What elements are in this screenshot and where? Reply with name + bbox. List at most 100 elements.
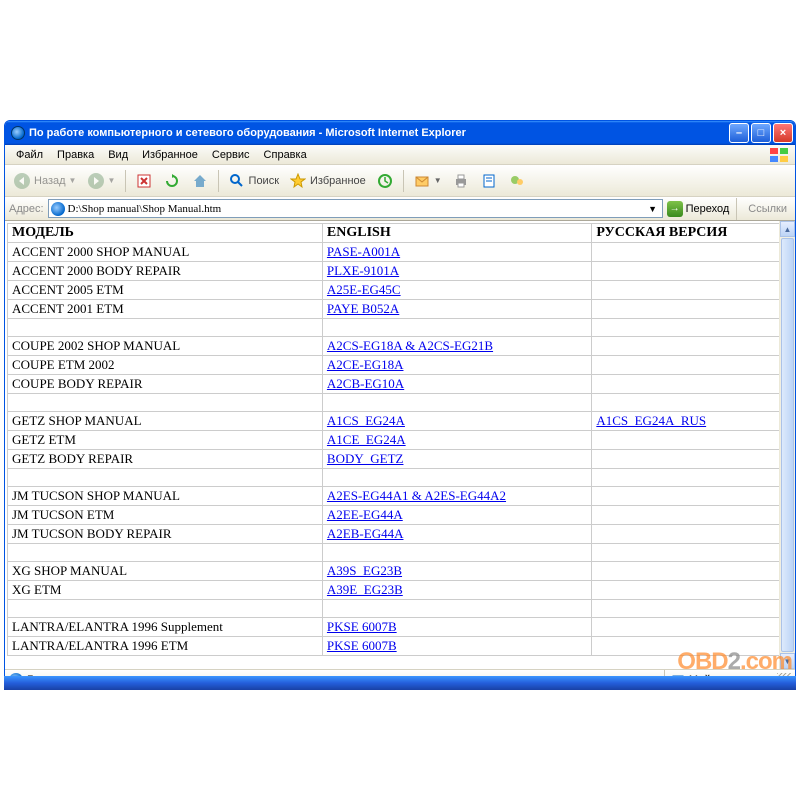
shop-manual-table: МОДЕЛЬENGLISHРУССКАЯ ВЕРСИЯACCENT 2000 S… xyxy=(7,223,793,656)
col-header-english: ENGLISH xyxy=(322,224,591,243)
go-icon: → xyxy=(667,201,683,217)
manual-link[interactable]: A39E_EG23B xyxy=(327,582,403,597)
model-cell: COUPE ETM 2002 xyxy=(8,356,323,375)
star-icon xyxy=(289,172,307,190)
english-cell: A1CS_EG24A xyxy=(322,412,591,431)
manual-link[interactable]: BODY_GETZ xyxy=(327,451,404,466)
forward-button[interactable]: ▼ xyxy=(83,169,120,193)
russian-cell xyxy=(592,431,793,450)
english-cell: A2CS-EG18A & A2CS-EG21B xyxy=(322,337,591,356)
model-cell: JM TUCSON BODY REPAIR xyxy=(8,525,323,544)
mail-icon xyxy=(413,172,431,190)
model-cell: COUPE 2002 SHOP MANUAL xyxy=(8,337,323,356)
english-cell: A1CE_EG24A xyxy=(322,431,591,450)
manual-link[interactable]: A2CB-EG10A xyxy=(327,376,404,391)
menu-tools[interactable]: Сервис xyxy=(205,147,257,163)
col-header-model: МОДЕЛЬ xyxy=(8,224,323,243)
russian-cell xyxy=(592,525,793,544)
edit-button[interactable] xyxy=(476,169,502,193)
menu-favorites[interactable]: Избранное xyxy=(135,147,205,163)
print-button[interactable] xyxy=(448,169,474,193)
english-cell: BODY_GETZ xyxy=(322,450,591,469)
manual-link[interactable]: A39S_EG23B xyxy=(327,563,402,578)
russian-cell xyxy=(592,450,793,469)
history-button[interactable] xyxy=(372,169,398,193)
model-cell: COUPE BODY REPAIR xyxy=(8,375,323,394)
discuss-button[interactable] xyxy=(504,169,530,193)
history-icon xyxy=(376,172,394,190)
back-icon xyxy=(13,172,31,190)
search-button[interactable]: Поиск xyxy=(224,169,283,193)
menu-help[interactable]: Справка xyxy=(257,147,314,163)
links-label[interactable]: Ссылки xyxy=(744,203,791,215)
manual-link[interactable]: A2CS-EG18A & A2CS-EG21B xyxy=(327,338,493,353)
manual-link[interactable]: PLXE-9101A xyxy=(327,263,399,278)
menu-edit[interactable]: Правка xyxy=(50,147,101,163)
stop-button[interactable] xyxy=(131,169,157,193)
scroll-down-button[interactable]: ▼ xyxy=(780,653,795,669)
manual-link[interactable]: PAYE B052A xyxy=(327,301,399,316)
home-button[interactable] xyxy=(187,169,213,193)
refresh-icon xyxy=(163,172,181,190)
russian-cell xyxy=(592,356,793,375)
manual-link[interactable]: A1CS_EG24A xyxy=(327,413,405,428)
russian-cell xyxy=(592,581,793,600)
address-box[interactable]: ▼ xyxy=(48,199,663,218)
print-icon xyxy=(452,172,470,190)
russian-cell xyxy=(592,300,793,319)
minimize-button[interactable]: – xyxy=(729,123,749,143)
address-label: Адрес: xyxy=(9,203,44,215)
model-cell: ACCENT 2001 ETM xyxy=(8,300,323,319)
address-input[interactable] xyxy=(68,203,643,215)
ie-icon xyxy=(11,126,25,140)
manual-link[interactable]: PKSE 6007B xyxy=(327,638,397,653)
model-cell: XG SHOP MANUAL xyxy=(8,562,323,581)
back-label: Назад xyxy=(34,175,66,187)
menu-file[interactable]: Файл xyxy=(9,147,50,163)
back-button[interactable]: Назад ▼ xyxy=(9,169,81,193)
menu-view[interactable]: Вид xyxy=(101,147,135,163)
russian-cell: A1CS_EG24A_RUS xyxy=(592,412,793,431)
scroll-up-button[interactable]: ▲ xyxy=(780,221,795,237)
model-cell: GETZ BODY REPAIR xyxy=(8,450,323,469)
menubar: Файл Правка Вид Избранное Сервис Справка xyxy=(5,145,795,165)
manual-link[interactable]: PASE-A001A xyxy=(327,244,400,259)
edit-icon xyxy=(480,172,498,190)
maximize-button[interactable]: □ xyxy=(751,123,771,143)
address-dropdown[interactable]: ▼ xyxy=(646,204,660,214)
window-title: По работе компьютерного и сетевого обору… xyxy=(29,127,729,139)
manual-link[interactable]: A2CE-EG18A xyxy=(327,357,404,372)
russian-cell xyxy=(592,562,793,581)
model-cell: XG ETM xyxy=(8,581,323,600)
scroll-thumb[interactable] xyxy=(781,238,794,652)
english-cell: PASE-A001A xyxy=(322,243,591,262)
discuss-icon xyxy=(508,172,526,190)
refresh-button[interactable] xyxy=(159,169,185,193)
go-button[interactable]: → Переход xyxy=(667,201,730,217)
mail-button[interactable]: ▼ xyxy=(409,169,446,193)
english-cell: PAYE B052A xyxy=(322,300,591,319)
content-area: МОДЕЛЬENGLISHРУССКАЯ ВЕРСИЯACCENT 2000 S… xyxy=(5,221,795,669)
close-button[interactable]: × xyxy=(773,123,793,143)
model-cell: LANTRA/ELANTRA 1996 Supplement xyxy=(8,618,323,637)
toolbar: Назад ▼ ▼ Поиск Избранное ▼ xyxy=(5,165,795,197)
manual-link[interactable]: A2EB-EG44A xyxy=(327,526,404,541)
english-cell: PLXE-9101A xyxy=(322,262,591,281)
manual-link[interactable]: A2ES-EG44A1 & A2ES-EG44A2 xyxy=(327,488,506,503)
manual-link-ru[interactable]: A1CS_EG24A_RUS xyxy=(596,413,706,428)
manual-link[interactable]: A2EE-EG44A xyxy=(327,507,403,522)
model-cell: GETZ SHOP MANUAL xyxy=(8,412,323,431)
titlebar: По работе компьютерного и сетевого обору… xyxy=(5,121,795,145)
manual-link[interactable]: PKSE 6007B xyxy=(327,619,397,634)
english-cell: A39S_EG23B xyxy=(322,562,591,581)
model-cell: JM TUCSON ETM xyxy=(8,506,323,525)
scrollbar-vertical[interactable]: ▲ ▼ xyxy=(779,221,795,669)
manual-link[interactable]: A25E-EG45C xyxy=(327,282,401,297)
english-cell: A2ES-EG44A1 & A2ES-EG44A2 xyxy=(322,487,591,506)
russian-cell xyxy=(592,281,793,300)
favorites-button[interactable]: Избранное xyxy=(285,169,370,193)
page-icon xyxy=(51,202,65,216)
address-bar: Адрес: ▼ → Переход Ссылки xyxy=(5,197,795,221)
manual-link[interactable]: A1CE_EG24A xyxy=(327,432,406,447)
search-icon xyxy=(228,172,246,190)
